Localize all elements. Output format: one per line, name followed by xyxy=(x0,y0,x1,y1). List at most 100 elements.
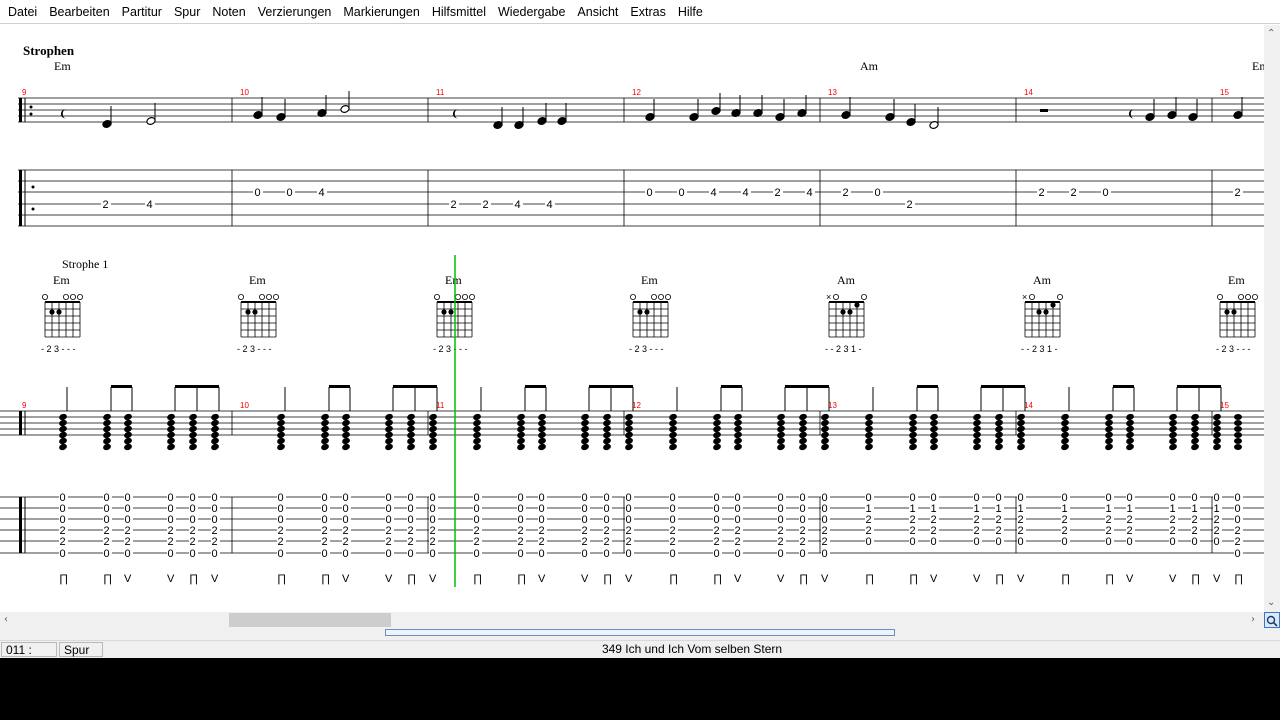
scroll-right-icon[interactable]: › xyxy=(1251,613,1255,627)
menu-partitur[interactable]: Partitur xyxy=(116,0,168,24)
tab-fret-number: 0 xyxy=(386,548,392,560)
tab-fret-number: 0 xyxy=(1170,536,1176,548)
chord-note-head xyxy=(1191,443,1199,451)
menu-hilfsmittel[interactable]: Hilfsmittel xyxy=(426,0,492,24)
menu-markierungen[interactable]: Markierungen xyxy=(337,0,425,24)
score-canvas[interactable]: Strophen 9 10 11 12 13 14 15 Em Am Em ❨ ❨ ❨ 2 4 0 0 4 2 2 4 4… xyxy=(0,25,1264,612)
finger-dot xyxy=(644,309,650,315)
chord-note-head xyxy=(1126,443,1134,451)
finger-dot xyxy=(448,309,454,315)
rest-symbol: ❨ xyxy=(451,109,459,120)
system-1: Strophen 9 10 11 12 13 14 15 Em Am Em ❨ ❨ ❨ 2 4 0 0 4 2 2 4 4… xyxy=(18,43,1264,227)
menu-bearbeiten[interactable]: Bearbeiten xyxy=(43,0,115,24)
beam xyxy=(1003,385,1025,388)
beam xyxy=(981,385,1003,388)
chord-note-head xyxy=(385,443,393,451)
beam xyxy=(197,385,219,388)
beam xyxy=(175,385,197,388)
vertical-scrollbar[interactable]: ⌃ ⌄ xyxy=(1264,25,1280,612)
tab-fret-number: 0 xyxy=(322,548,328,560)
tab-fret-number: 0 xyxy=(518,548,524,560)
tab-fret-number: 2 xyxy=(1235,536,1241,548)
open-string-marker xyxy=(630,293,637,300)
strum-direction-symbol: ∏ xyxy=(1234,573,1243,585)
open-string-marker xyxy=(665,293,672,300)
chord-fingering: - 2 3 - - - xyxy=(237,344,272,354)
menu-extras[interactable]: Extras xyxy=(624,0,671,24)
tab-fret-number: 2 xyxy=(60,536,66,548)
repeat-barline xyxy=(19,170,22,226)
strum-direction-symbol: V xyxy=(429,573,437,585)
strum-direction-symbol: V xyxy=(1169,573,1177,585)
tab-fret-number: 0 xyxy=(822,548,828,560)
open-string-marker xyxy=(70,293,77,300)
chord-note-head xyxy=(189,443,197,451)
tab-fret-number: 0 xyxy=(474,548,480,560)
menu-verzierungen[interactable]: Verzierungen xyxy=(252,0,338,24)
beam xyxy=(111,385,132,388)
menu-wiedergabe[interactable]: Wiedergabe xyxy=(492,0,571,24)
tab-fret-number: 4 xyxy=(515,199,521,211)
tab-fret-number: 2 xyxy=(343,536,349,548)
tab-fret-number: 0 xyxy=(168,548,174,560)
open-string-marker xyxy=(63,293,70,300)
menu-ansicht[interactable]: Ansicht xyxy=(571,0,624,24)
beam xyxy=(329,385,350,388)
horizontal-scroll-thumb[interactable] xyxy=(229,613,391,627)
menu-datei[interactable]: Datei xyxy=(2,0,43,24)
bar-number: 9 xyxy=(22,401,27,410)
tab-fret-number: 0 xyxy=(190,548,196,560)
menu-hilfe[interactable]: Hilfe xyxy=(672,0,709,24)
status-track: Spur 2 xyxy=(59,642,103,672)
menu-noten[interactable]: Noten xyxy=(206,0,251,24)
bar-number: 12 xyxy=(632,88,641,97)
tab-fret-number: 0 xyxy=(866,536,872,548)
chord-note-head xyxy=(429,443,437,451)
tab-fret-number: 0 xyxy=(931,536,937,548)
tab-fret-number: 0 xyxy=(1106,536,1112,548)
open-string-marker xyxy=(1252,293,1259,300)
strum-direction-symbol: ∏ xyxy=(189,573,198,585)
horizontal-scrollbar[interactable]: ‹ › xyxy=(0,612,1280,628)
open-string-marker xyxy=(468,293,475,300)
tab-fret-number: 0 xyxy=(679,187,685,199)
tab-fret-number: 2 xyxy=(125,536,131,548)
finger-dot xyxy=(637,309,643,315)
tab-fret-number: 0 xyxy=(255,187,261,199)
strum-direction-symbol: V xyxy=(211,573,219,585)
strum-direction-symbol: ∏ xyxy=(407,573,416,585)
chord-note-head xyxy=(1234,432,1242,438)
beam xyxy=(807,385,829,388)
tab-fret-number: 0 xyxy=(287,187,293,199)
scroll-down-icon[interactable]: ⌄ xyxy=(1267,596,1275,610)
strum-direction-symbol: ∏ xyxy=(799,573,808,585)
tab-fret-number: 2 xyxy=(714,536,720,548)
chord-note-head xyxy=(973,443,981,451)
tab-fret-number: 2 xyxy=(1235,187,1241,199)
chord-name: Am xyxy=(837,273,856,287)
tab-fret-number: 0 xyxy=(408,548,414,560)
chord-note-head xyxy=(1213,443,1221,451)
chord-note-head xyxy=(342,443,350,451)
tab-fret-number: 0 xyxy=(1018,536,1024,548)
zoom-button[interactable] xyxy=(1264,612,1280,628)
menu-spur[interactable]: Spur xyxy=(168,0,206,24)
open-string-marker xyxy=(861,293,868,300)
chord-note-head xyxy=(995,443,1003,451)
tab-fret-number: 0 xyxy=(735,548,741,560)
scroll-up-icon[interactable]: ⌃ xyxy=(1267,27,1275,41)
chord-note-head xyxy=(277,443,285,451)
finger-dot xyxy=(1043,309,1049,315)
repeat-dot xyxy=(31,207,35,211)
chord-note-head xyxy=(473,443,481,451)
system-2: Strophe 1 Em - 2 3 - - - Em - 2 3 - - - Em - … xyxy=(0,255,1264,587)
chord-name: Em xyxy=(249,273,266,287)
tab-fret-number: 0 xyxy=(1192,536,1198,548)
chord-note-head xyxy=(821,443,829,451)
open-string-marker xyxy=(833,293,840,300)
track-overview-bar[interactable] xyxy=(385,629,895,636)
scroll-left-icon[interactable]: ‹ xyxy=(4,613,8,627)
chord-note-head xyxy=(625,443,633,451)
rest-symbol: ❨ xyxy=(59,109,67,120)
score-view[interactable]: Strophen 9 10 11 12 13 14 15 Em Am Em ❨ ❨ ❨ 2 4 0 0 4 2 2 4 4… xyxy=(0,25,1264,612)
